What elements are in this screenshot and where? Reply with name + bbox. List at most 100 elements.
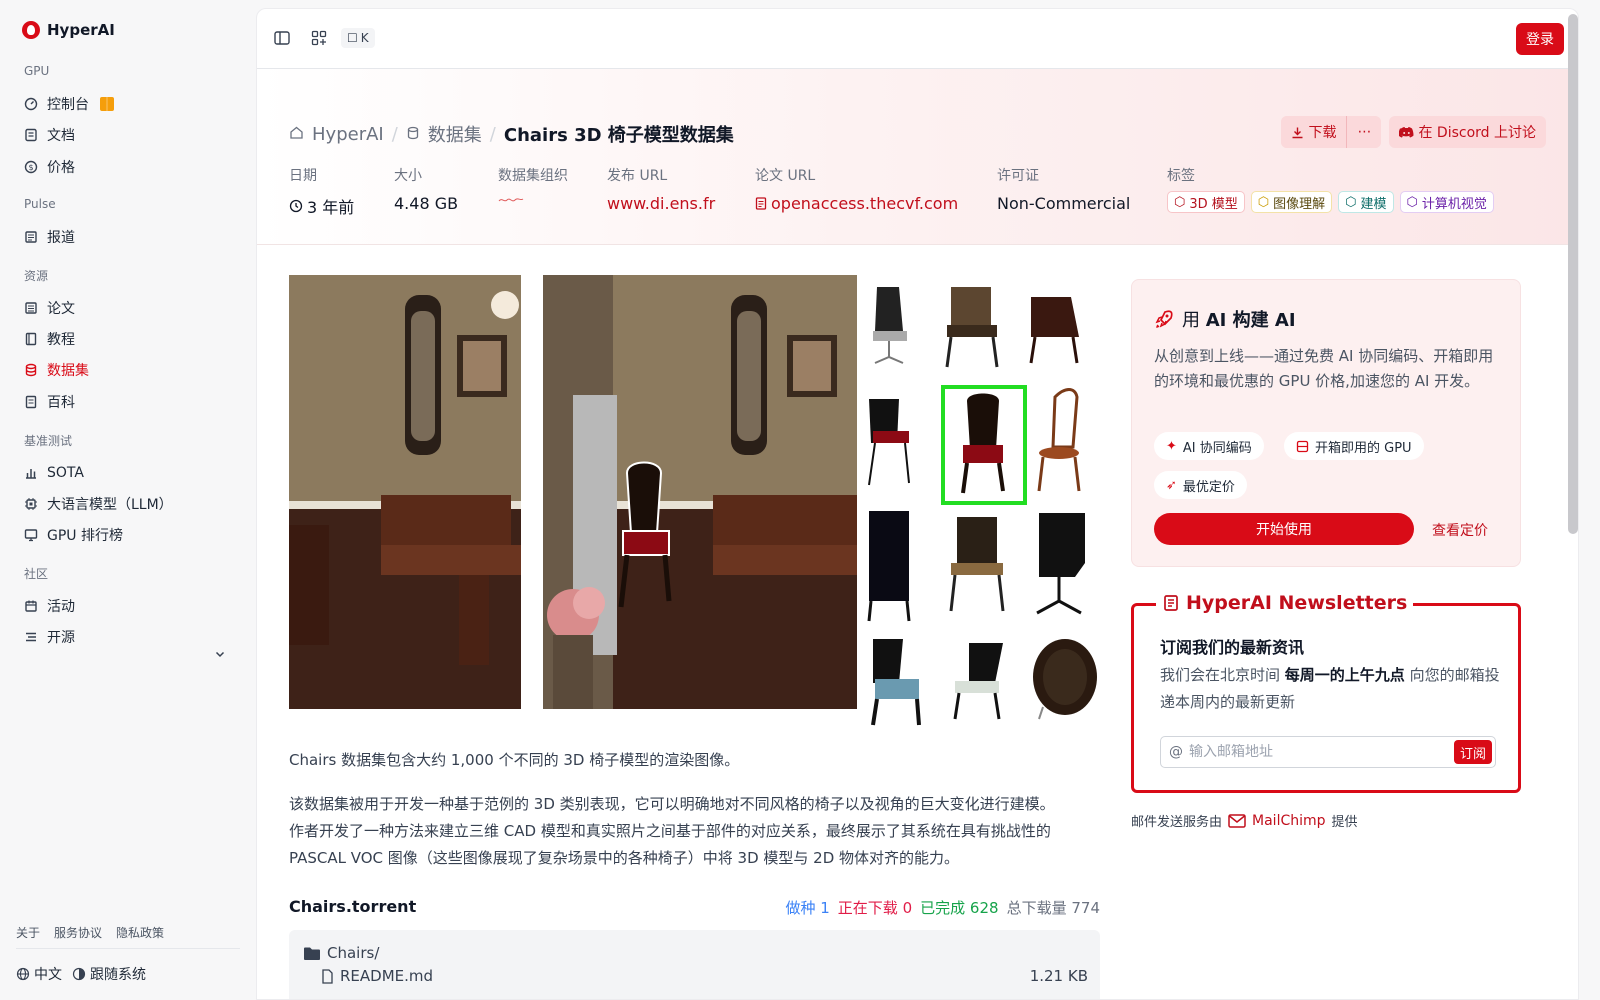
book-icon <box>24 332 38 346</box>
breadcrumb-datasets[interactable]: 数据集 <box>428 121 482 147</box>
tag-list: ⬡ 3D 模型 ⬡ 图像理解 ⬡ 建模 ⬡ 计算机视觉 <box>1167 191 1494 213</box>
main-panel: ☐ K 登录 HyperAI / 数据集 / Chairs 3D 椅子模型数据集 … <box>256 8 1579 1000</box>
brand[interactable]: HyperAI <box>22 21 115 39</box>
sidebar-item-label: 活动 <box>47 599 75 615</box>
sidebar-item-docs[interactable]: 文档 <box>24 125 75 145</box>
language-switcher[interactable]: 中文 <box>16 964 62 984</box>
sidebar-item-datasets[interactable]: 数据集 <box>24 360 89 380</box>
server-icon <box>1296 440 1309 452</box>
chair-model <box>868 399 910 486</box>
dataset-description: 该数据集被用于开发一种基于范例的 3D 类别表现，它可以明确地对不同风格的椅子以… <box>289 791 1100 872</box>
chip-label: 最优定价 <box>1182 479 1235 495</box>
meta-tags: 标签 ⬡ 3D 模型 ⬡ 图像理解 ⬡ 建模 ⬡ 计算机视觉 <box>1167 165 1494 213</box>
folder-row[interactable]: Chairs/ <box>303 944 379 962</box>
sidebar-item-sota[interactable]: SOTA <box>24 463 84 483</box>
tag-3d-model[interactable]: ⬡ 3D 模型 <box>1167 191 1245 213</box>
chip-pricing[interactable]: ➶ 最优定价 <box>1154 471 1247 499</box>
chip-ai-coding[interactable]: ✦ AI 协同编码 <box>1154 432 1264 460</box>
sidebar-item-label: 教程 <box>47 332 75 348</box>
start-button[interactable]: 开始使用 <box>1154 513 1414 545</box>
chair-model <box>867 511 911 622</box>
done-label: 已完成 <box>920 899 966 917</box>
discord-button[interactable]: 在 Discord 上讨论 <box>1389 116 1546 148</box>
footer-divider <box>16 948 240 949</box>
download-label: 下载 <box>1308 125 1337 141</box>
torrent-title: Chairs.torrent <box>289 897 417 916</box>
tag-computer-vision[interactable]: ⬡ 计算机视觉 <box>1399 191 1494 213</box>
more-icon: ⋯ <box>1357 124 1372 140</box>
chair-model <box>873 287 907 364</box>
brand-name: HyperAI <box>47 21 115 39</box>
meta-label: 发布 URL <box>607 168 668 184</box>
footer-settings: 中文 跟随系统 <box>16 964 146 984</box>
page-title: Chairs 3D 椅子模型数据集 <box>503 125 734 146</box>
footer-link-about[interactable]: 关于 <box>16 924 40 941</box>
paper-icon <box>24 301 38 315</box>
newsletter-text-bold: 每周一的上午九点 <box>1284 666 1405 684</box>
sidebar-item-tutorials[interactable]: 教程 <box>24 329 75 349</box>
email-form: @ 订阅 <box>1160 736 1496 768</box>
breadcrumb-home[interactable]: HyperAI <box>312 124 384 145</box>
sidebar-item-papers[interactable]: 论文 <box>24 298 75 318</box>
file-row[interactable]: README.md <box>321 967 433 985</box>
tag-image-understanding[interactable]: ⬡ 图像理解 <box>1250 191 1333 213</box>
sparkle-icon: ✦ <box>1166 438 1177 454</box>
more-options-button[interactable]: ⋯ <box>1347 116 1382 148</box>
language-label: 中文 <box>34 967 62 983</box>
footer-link-terms[interactable]: 服务协议 <box>54 924 102 941</box>
apps-grid-icon[interactable] <box>310 29 328 47</box>
newsletter-icon <box>1164 595 1178 611</box>
sidebar-item-gpu-leaderboard[interactable]: GPU 排行榜 <box>24 525 123 545</box>
meta-label: 大小 <box>394 168 422 184</box>
file-icon <box>322 968 333 984</box>
footer-link-privacy[interactable]: 隐私政策 <box>116 924 164 941</box>
organization-logo[interactable] <box>498 194 568 204</box>
meta-license: 许可证 Non-Commercial <box>997 165 1130 213</box>
newspaper-icon <box>24 230 38 244</box>
svg-text:$: $ <box>28 163 33 172</box>
newsletter-title: HyperAI Newsletters <box>1156 592 1414 614</box>
downloading-label: 正在下载 <box>837 899 898 917</box>
sidebar-item-events[interactable]: 活动 <box>24 596 75 616</box>
sidebar-item-console[interactable]: 控制台 <box>24 94 114 114</box>
sidebar-item-pricing[interactable]: $ 价格 <box>24 157 75 177</box>
mailchimp-link[interactable]: MailChimp <box>1252 813 1326 829</box>
gift-icon <box>100 97 114 111</box>
publish-url-link[interactable]: www.di.ens.fr <box>607 194 715 213</box>
paper-url-link[interactable]: openaccess.thecvf.com <box>755 194 958 213</box>
seed-label: 做种 <box>785 899 816 917</box>
file-tree: Chairs/ README.md 1.21 KB <box>289 930 1100 999</box>
sidebar-item-llm[interactable]: 大语言模型（LLM） <box>24 494 173 514</box>
discord-label: 在 Discord 上讨论 <box>1418 125 1536 141</box>
sidebar-toggle-icon[interactable] <box>273 29 291 47</box>
sidebar: HyperAI GPU 控制台 文档 $ 价格 Pulse 报道 资源 论文 教… <box>0 0 252 1000</box>
tag-label: 建模 <box>1360 196 1387 212</box>
theme-label: 跟随系统 <box>90 967 146 983</box>
file-name: README.md <box>340 967 434 985</box>
chair-models-grid <box>859 267 1100 727</box>
bar-chart-icon <box>24 466 38 480</box>
subscribe-button[interactable]: 订阅 <box>1453 740 1492 764</box>
footer-links: 关于 服务协议 隐私政策 <box>16 924 164 941</box>
size-value: 4.48 GB <box>394 194 459 213</box>
meta-paper-url: 论文 URL openaccess.thecvf.com <box>755 165 958 213</box>
view-pricing-link[interactable]: 查看定价 <box>1432 520 1488 540</box>
sidebar-item-news[interactable]: 报道 <box>24 227 75 247</box>
sidebar-item-opensource[interactable]: 开源 <box>24 627 75 647</box>
mail-provider-note: 邮件发送服务由 MailChimp 提供 <box>1131 811 1358 831</box>
chip-gpu[interactable]: 开箱即用的 GPU <box>1284 432 1424 460</box>
sidebar-item-wiki[interactable]: 百科 <box>24 392 75 412</box>
tag-modeling[interactable]: ⬡ 建模 <box>1338 191 1394 213</box>
description-line: PASCAL VOC 图像（这些图像展现了复杂场景中的各种椅子）中将 3D 模型… <box>289 849 960 867</box>
total-count: 774 <box>1071 899 1100 917</box>
chevron-down-icon[interactable] <box>214 648 226 664</box>
dataset-preview-image <box>289 267 1100 727</box>
theme-switcher[interactable]: 跟随系统 <box>72 964 146 984</box>
email-input[interactable] <box>1183 744 1454 760</box>
download-button[interactable]: 下载 <box>1281 116 1347 148</box>
search-shortcut[interactable]: ☐ K <box>341 28 375 48</box>
calendar-icon <box>24 599 38 613</box>
meta-organization: 数据集组织 <box>498 165 568 204</box>
page-scrollbar[interactable] <box>1568 14 1578 534</box>
login-button[interactable]: 登录 <box>1516 23 1564 55</box>
